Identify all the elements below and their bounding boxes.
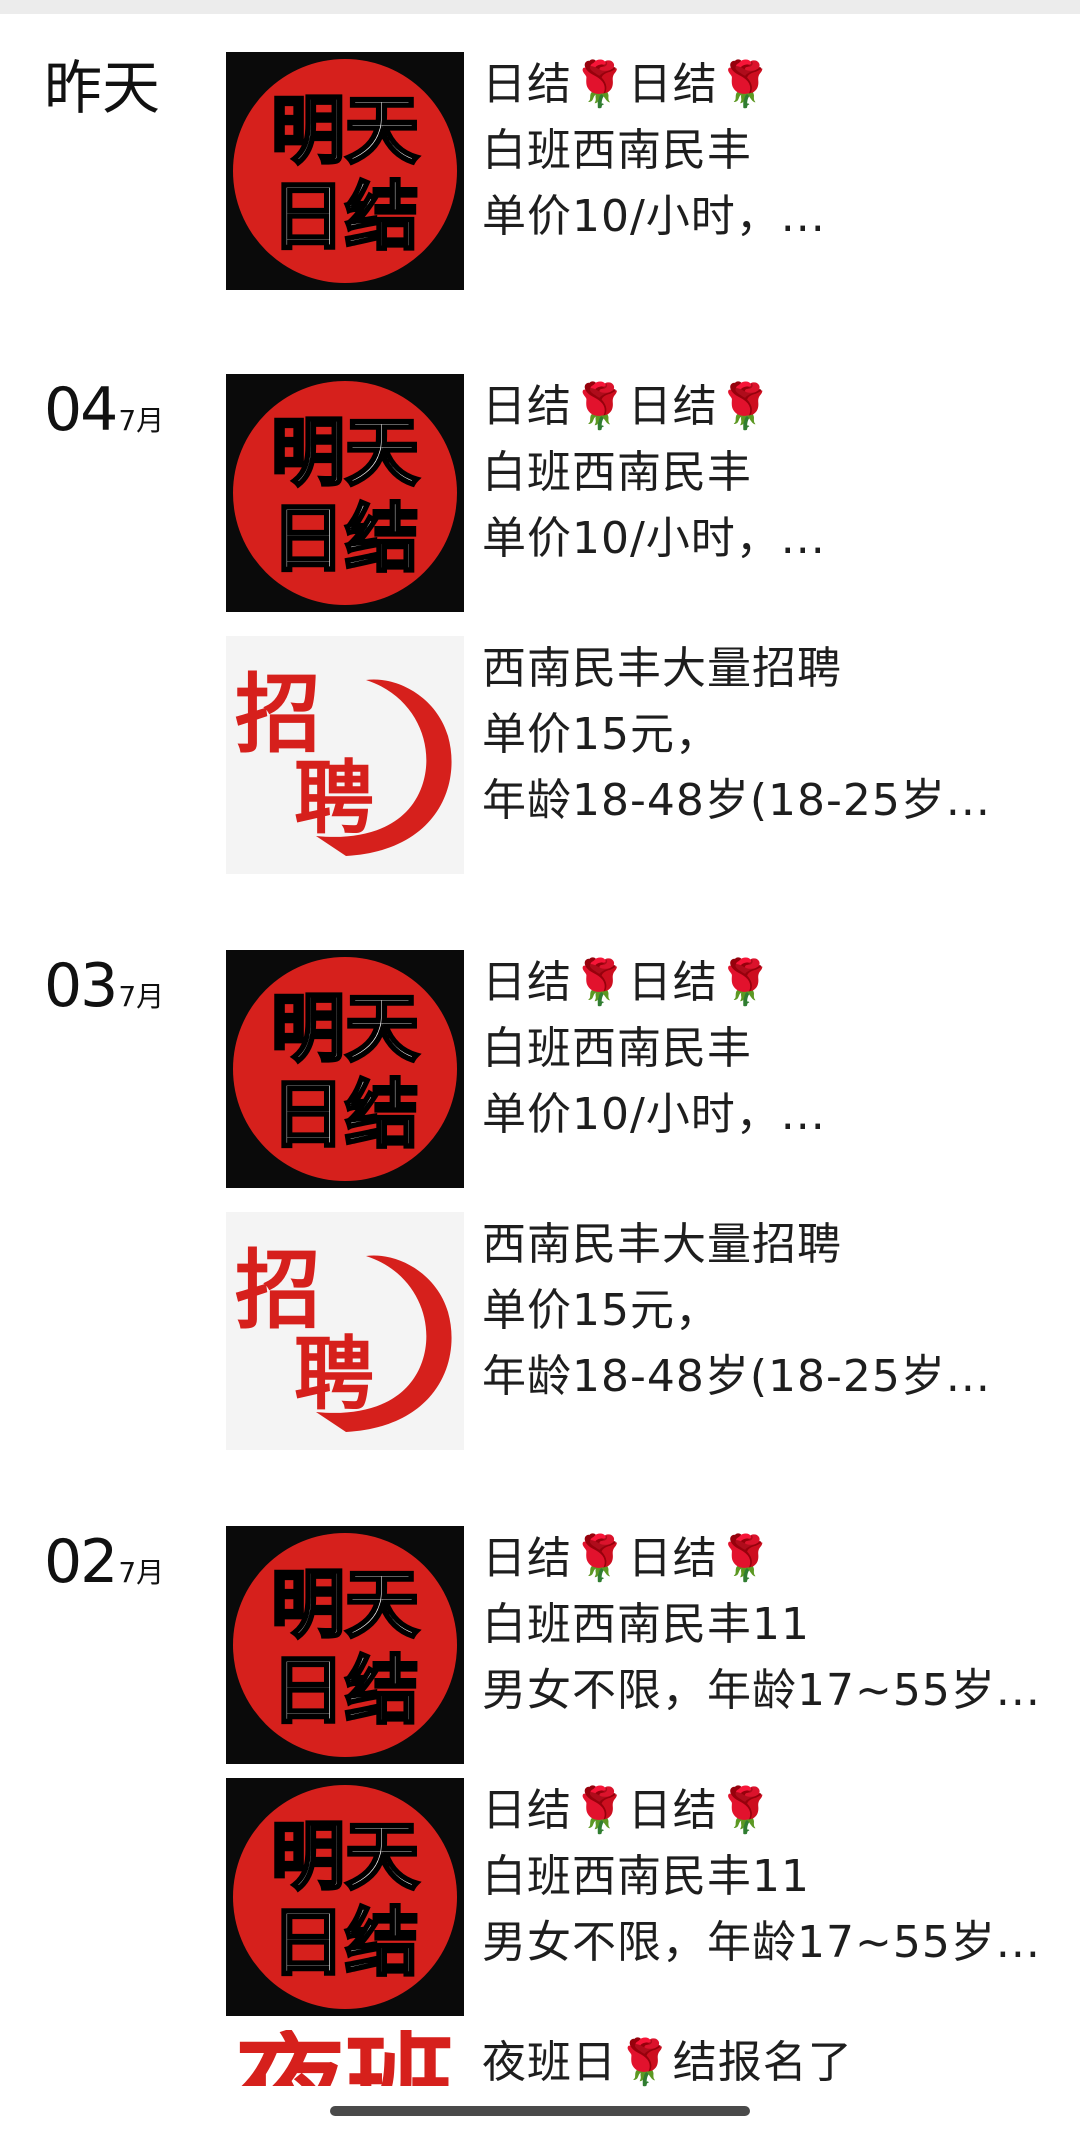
svg-text:日结: 日结 bbox=[271, 496, 419, 582]
post-entry[interactable]: 夜班 夜班日🌹结报名了 bbox=[226, 2030, 1056, 2102]
post-entry[interactable]: 明天 日结 日结🌹日结🌹 白班西南民丰11 男女不限，年龄17~55岁... bbox=[226, 1526, 1056, 1764]
post-line: 西南民丰大量招聘 bbox=[482, 643, 842, 694]
post-line: 日结🌹日结🌹 bbox=[482, 957, 774, 1008]
post-line: 单价15元， bbox=[482, 709, 720, 760]
post-line: 日结🌹日结🌹 bbox=[482, 59, 774, 110]
post-thumbnail[interactable]: 招 聘 bbox=[226, 636, 464, 874]
post-text: 日结🌹日结🌹 白班西南民丰11 男女不限，年龄17~55岁... bbox=[482, 1526, 1062, 1724]
post-line: 西南民丰大量招聘 bbox=[482, 1219, 842, 1270]
date-label: 037月 bbox=[44, 950, 164, 1033]
post-text: 夜班日🌹结报名了 bbox=[482, 2030, 1062, 2096]
post-line: 日结🌹日结🌹 bbox=[482, 1785, 774, 1836]
svg-text:日结: 日结 bbox=[271, 1072, 419, 1158]
post-text: 日结🌹日结🌹 白班西南民丰 单价10/小时，... bbox=[482, 950, 1062, 1148]
post-text: 日结🌹日结🌹 白班西南民丰 单价10/小时，... bbox=[482, 374, 1062, 572]
post-entry[interactable]: 招 聘 西南民丰大量招聘 单价15元， 年龄18-48岁(18-25岁... bbox=[226, 1212, 1056, 1450]
date-month: 7月 bbox=[118, 404, 165, 437]
post-thumbnail[interactable]: 明天 日结 bbox=[226, 374, 464, 612]
post-text: 西南民丰大量招聘 单价15元， 年龄18-48岁(18-25岁... bbox=[482, 1212, 1062, 1410]
post-line: 男女不限，年龄17~55岁... bbox=[482, 1665, 1041, 1716]
post-line: 日结🌹日结🌹 bbox=[482, 1533, 774, 1584]
svg-text:聘: 聘 bbox=[294, 1327, 374, 1421]
date-label: 昨天 bbox=[44, 54, 161, 122]
post-thumbnail[interactable]: 明天 日结 bbox=[226, 1778, 464, 2016]
post-entry[interactable]: 明天 日结 日结🌹日结🌹 白班西南民丰 单价10/小时，... bbox=[226, 52, 1056, 290]
post-thumbnail[interactable]: 明天 日结 bbox=[226, 52, 464, 290]
date-day: 02 bbox=[44, 1527, 118, 1597]
svg-text:招: 招 bbox=[235, 1240, 321, 1341]
svg-text:明天: 明天 bbox=[271, 410, 419, 496]
post-thumbnail[interactable]: 明天 日结 bbox=[226, 950, 464, 1188]
post-line: 白班西南民丰 bbox=[482, 447, 752, 498]
date-label: 027月 bbox=[44, 1526, 164, 1609]
post-line: 单价15元， bbox=[482, 1285, 720, 1336]
svg-text:招: 招 bbox=[235, 664, 321, 765]
home-indicator[interactable] bbox=[330, 2106, 750, 2116]
post-entry[interactable]: 明天 日结 日结🌹日结🌹 白班西南民丰 单价10/小时，... bbox=[226, 950, 1056, 1188]
post-entry[interactable]: 明天 日结 日结🌹日结🌹 白班西南民丰 单价10/小时，... bbox=[226, 374, 1056, 612]
date-month: 7月 bbox=[118, 1556, 165, 1589]
post-line: 单价10/小时，... bbox=[482, 1089, 826, 1140]
post-line: 白班西南民丰11 bbox=[482, 1599, 810, 1650]
post-entry[interactable]: 招 聘 西南民丰大量招聘 单价15元， 年龄18-48岁(18-25岁... bbox=[226, 636, 1056, 874]
post-thumbnail[interactable]: 明天 日结 bbox=[226, 1526, 464, 1764]
svg-text:日结: 日结 bbox=[271, 1648, 419, 1734]
post-line: 夜班日🌹结报名了 bbox=[482, 2037, 853, 2088]
date-day: 04 bbox=[44, 375, 118, 445]
svg-text:明天: 明天 bbox=[271, 986, 419, 1072]
svg-text:日结: 日结 bbox=[271, 174, 419, 260]
svg-text:明天: 明天 bbox=[271, 1562, 419, 1648]
date-label: 047月 bbox=[44, 374, 164, 457]
post-line: 年龄18-48岁(18-25岁... bbox=[482, 775, 991, 826]
post-line: 日结🌹日结🌹 bbox=[482, 381, 774, 432]
post-line: 白班西南民丰 bbox=[482, 125, 752, 176]
svg-text:明天: 明天 bbox=[271, 88, 419, 174]
svg-text:明天: 明天 bbox=[271, 1814, 419, 1900]
post-line: 白班西南民丰11 bbox=[482, 1851, 810, 1902]
post-entry[interactable]: 明天 日结 日结🌹日结🌹 白班西南民丰11 男女不限，年龄17~55岁... bbox=[226, 1778, 1056, 2016]
post-line: 男女不限，年龄17~55岁... bbox=[482, 1917, 1041, 1968]
post-line: 白班西南民丰 bbox=[482, 1023, 752, 1074]
svg-text:聘: 聘 bbox=[294, 751, 374, 845]
svg-text:夜班: 夜班 bbox=[234, 2030, 455, 2086]
svg-text:日结: 日结 bbox=[271, 1900, 419, 1986]
date-day: 03 bbox=[44, 951, 118, 1021]
post-line: 年龄18-48岁(18-25岁... bbox=[482, 1351, 991, 1402]
post-line: 单价10/小时，... bbox=[482, 513, 826, 564]
post-text: 日结🌹日结🌹 白班西南民丰11 男女不限，年龄17~55岁... bbox=[482, 1778, 1062, 1976]
status-strip bbox=[0, 0, 1080, 14]
post-text: 西南民丰大量招聘 单价15元， 年龄18-48岁(18-25岁... bbox=[482, 636, 1062, 834]
date-month: 7月 bbox=[118, 980, 165, 1013]
post-thumbnail[interactable]: 夜班 bbox=[226, 2030, 464, 2086]
post-line: 单价10/小时，... bbox=[482, 191, 826, 242]
post-text: 日结🌹日结🌹 白班西南民丰 单价10/小时，... bbox=[482, 52, 1062, 250]
post-thumbnail[interactable]: 招 聘 bbox=[226, 1212, 464, 1450]
